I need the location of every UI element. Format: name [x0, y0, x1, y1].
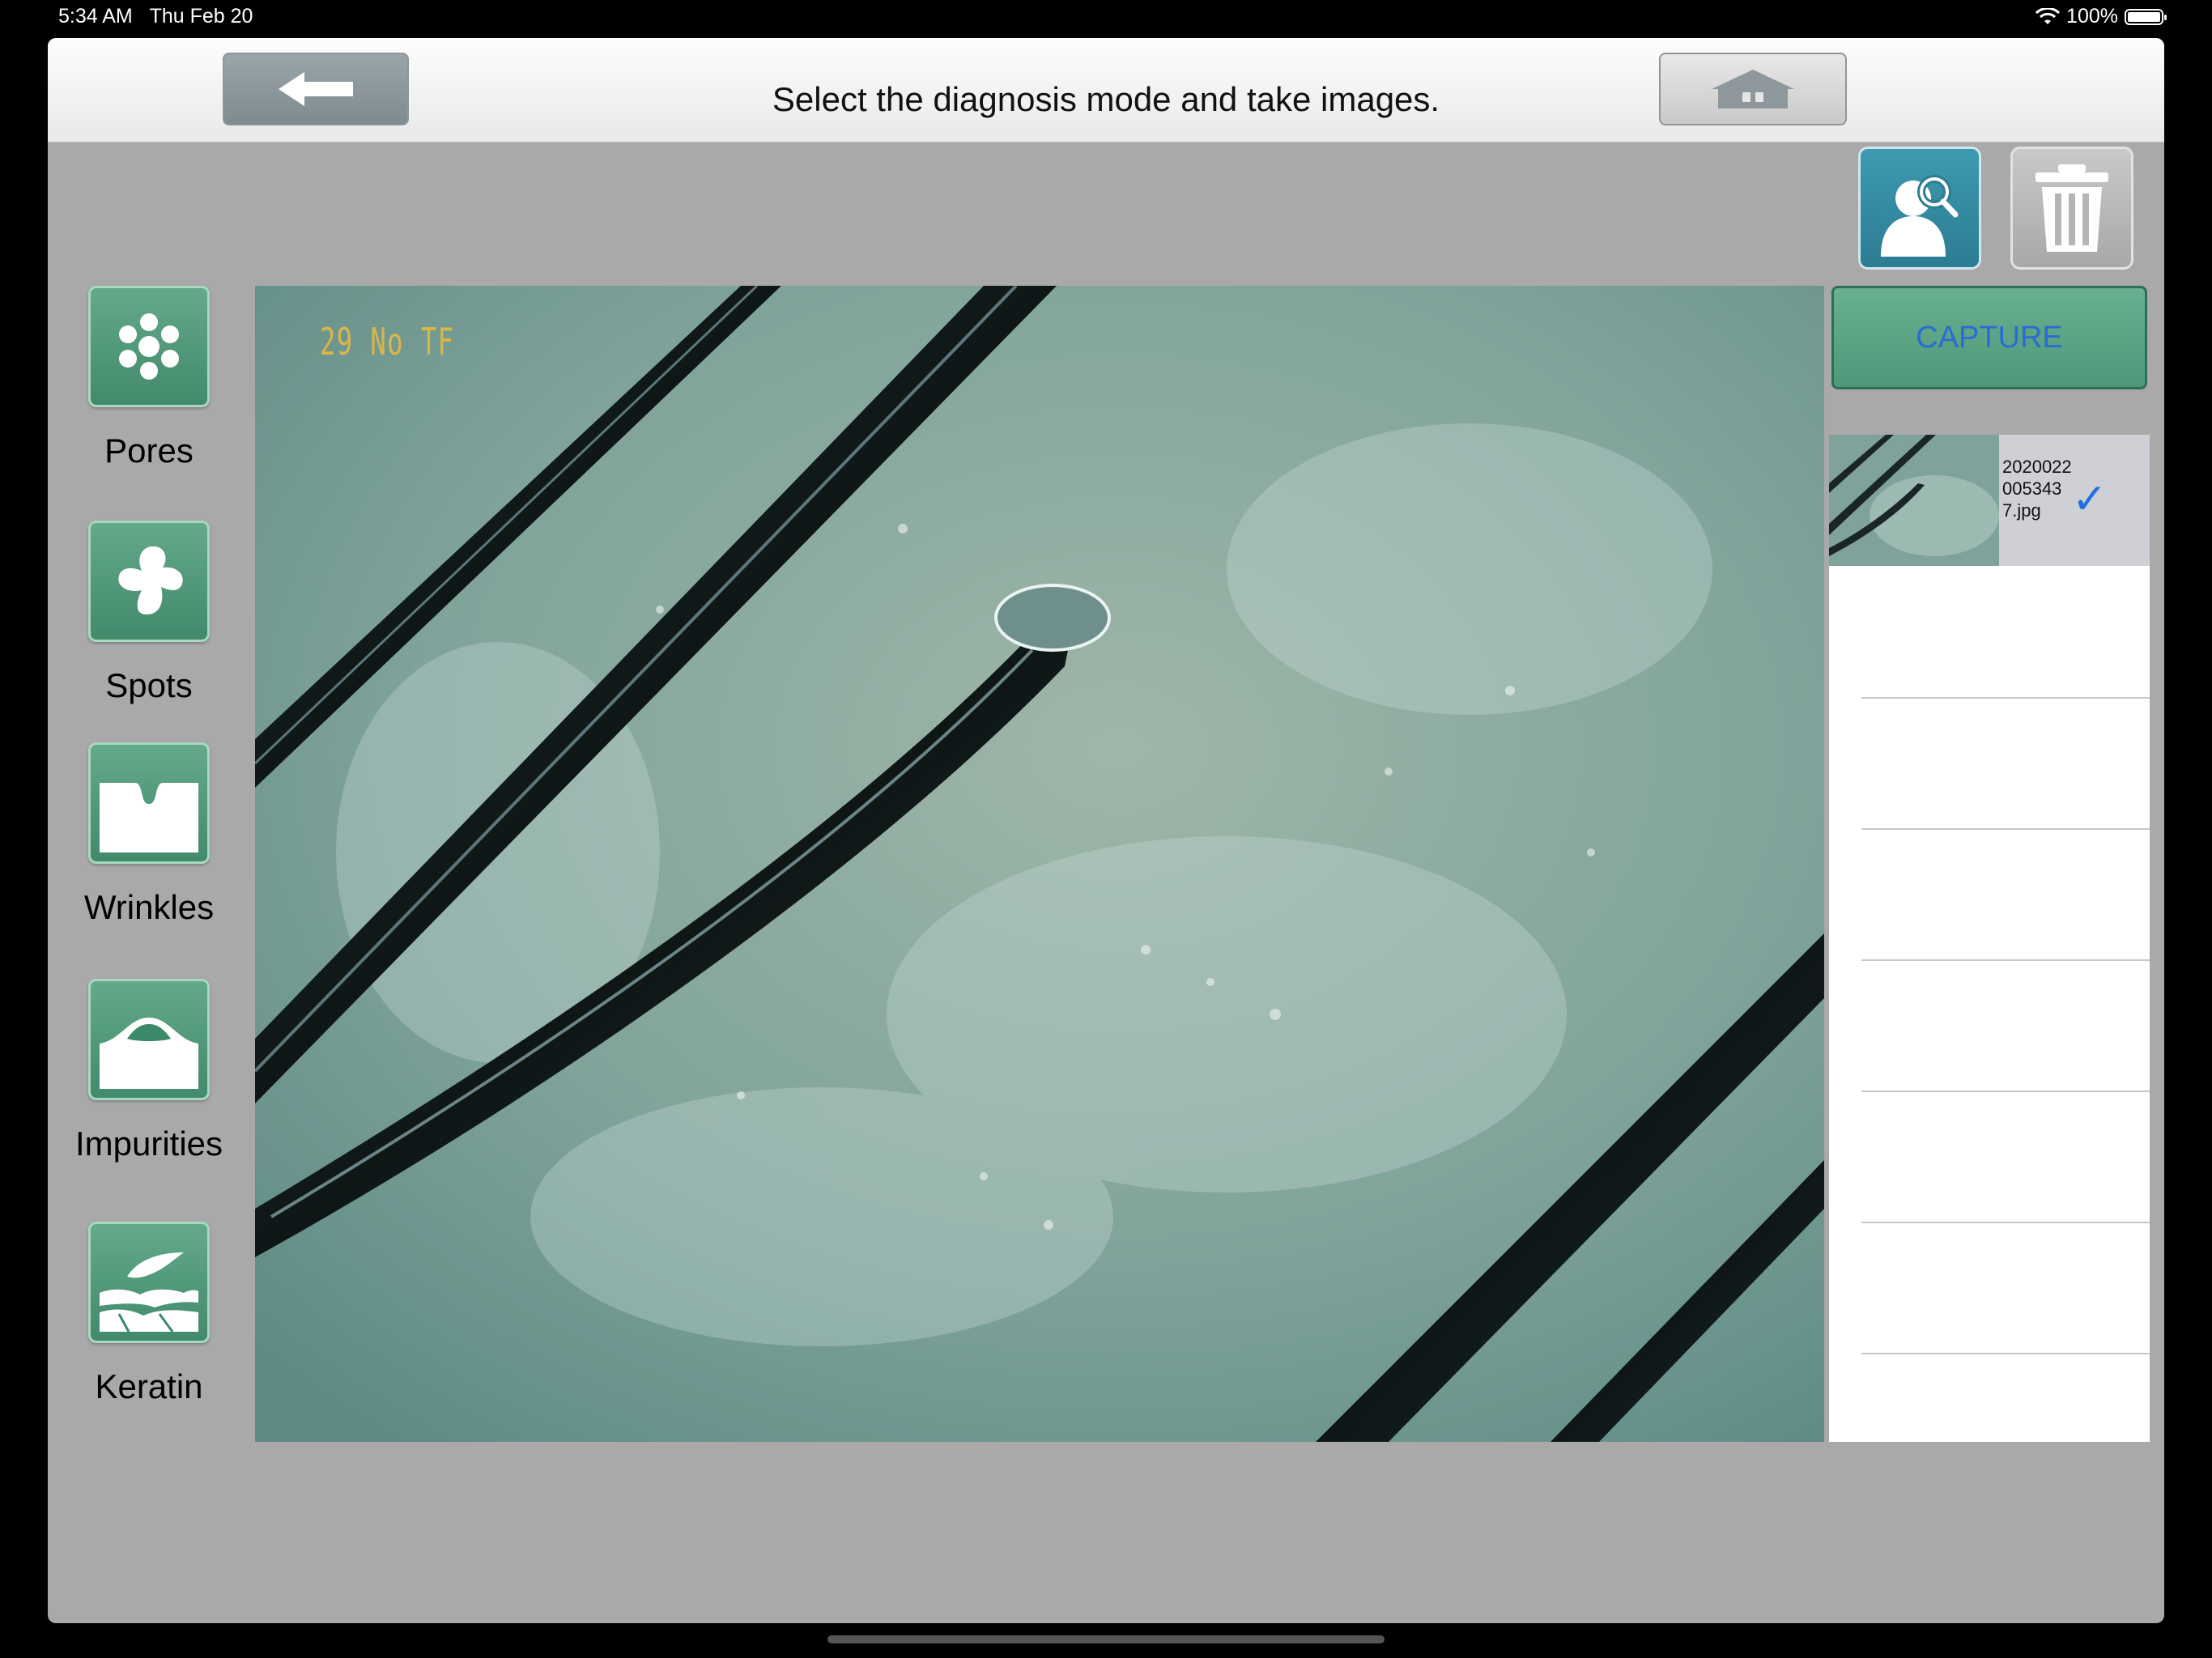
- list-divider: [1861, 1353, 2150, 1354]
- pores-button[interactable]: [88, 286, 210, 407]
- trash-icon: [2035, 164, 2108, 252]
- home-icon: [1712, 70, 1794, 108]
- list-divider: [1861, 697, 2150, 699]
- checkmark-icon: ✓: [2072, 476, 2108, 523]
- home-button[interactable]: [1659, 53, 1847, 125]
- list-divider: [1861, 828, 2150, 830]
- home-indicator[interactable]: [827, 1635, 1385, 1643]
- skin-microscope-image: [255, 286, 1824, 1442]
- keratin-button[interactable]: [88, 1222, 210, 1343]
- mode-label: Keratin: [95, 1367, 203, 1405]
- status-right: 100%: [2035, 5, 2167, 28]
- list-divider: [1861, 959, 2150, 961]
- mode-wrinkles[interactable]: Wrinkles: [84, 742, 214, 927]
- mode-spots[interactable]: Spots: [88, 521, 210, 705]
- mode-pores[interactable]: Pores: [88, 286, 210, 470]
- battery-percent: 100%: [2066, 5, 2118, 28]
- impurities-icon: [100, 1018, 198, 1089]
- header-bar: Select the diagnosis mode and take image…: [48, 38, 2164, 142]
- delete-button[interactable]: [2010, 147, 2133, 270]
- mode-label: Wrinkles: [83, 888, 215, 926]
- list-divider: [1861, 1222, 2150, 1223]
- spots-icon: [118, 546, 183, 614]
- wrinkles-button[interactable]: [88, 742, 210, 864]
- status-bar: 5:34 AM Thu Feb 20 100%: [0, 0, 2212, 36]
- image-thumbnail: [1829, 435, 1999, 566]
- mode-label: Pores: [104, 432, 194, 470]
- camera-overlay-text: 29 No TF: [320, 320, 455, 363]
- app-window: Select the diagnosis mode and take image…: [48, 38, 2164, 1623]
- keratin-icon: [100, 1252, 198, 1333]
- list-divider: [1861, 1090, 2150, 1092]
- camera-preview[interactable]: 29 No TF: [255, 286, 1824, 1442]
- mode-impurities[interactable]: Impurities: [75, 979, 223, 1163]
- battery-icon: [2125, 8, 2167, 25]
- pores-icon: [119, 313, 179, 380]
- mode-label: Spots: [105, 666, 193, 704]
- list-item[interactable]: 20200220053437.jpg ✓: [1829, 435, 2150, 566]
- user-search-icon: [1881, 175, 1959, 257]
- mode-label: Impurities: [74, 1124, 223, 1163]
- image-filename: 20200220053437.jpg: [2002, 457, 2072, 521]
- impurities-button[interactable]: [88, 979, 210, 1100]
- wrinkles-icon: [100, 783, 198, 852]
- captured-image-list[interactable]: 20200220053437.jpg ✓: [1829, 435, 2150, 1442]
- user-search-button[interactable]: [1858, 147, 1981, 270]
- spots-button[interactable]: [88, 521, 210, 642]
- mode-keratin[interactable]: Keratin: [88, 1222, 210, 1406]
- capture-button[interactable]: CAPTURE: [1831, 286, 2147, 389]
- status-time: 5:34 AM Thu Feb 20: [58, 5, 253, 28]
- wifi-icon: [2035, 7, 2061, 24]
